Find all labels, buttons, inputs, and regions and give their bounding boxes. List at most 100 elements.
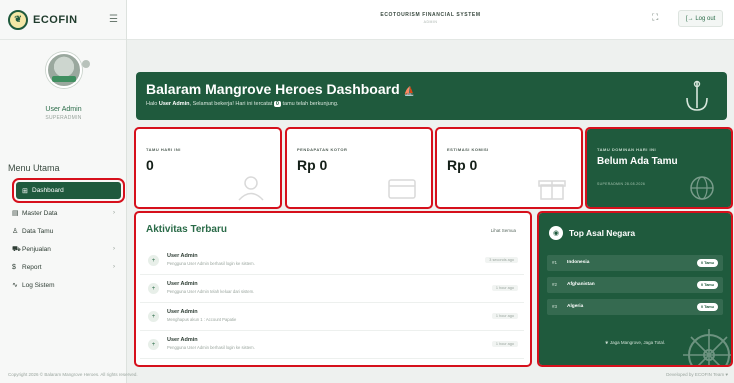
database-icon: ▤	[12, 210, 19, 217]
activity-time: 1 hour ago	[491, 285, 518, 291]
stat-label: PENDAPATAN KOTOR	[297, 147, 348, 152]
sidebar-item-data-tamu[interactable]: ♙ Data Tamu	[0, 222, 127, 240]
guest-count-badge: 0	[273, 101, 281, 107]
sidebar-item-penjualan[interactable]: ⛟ Penjualan ›	[0, 240, 127, 258]
status-dot	[82, 60, 90, 68]
stat-card-tamu: TAMU HARI INI 0	[134, 127, 282, 209]
globe-icon	[690, 176, 714, 200]
gift-icon	[538, 180, 566, 200]
sidebar-nav: ⊞ Dashboard ▤ Master Data › ♙ Data Tamu …	[0, 178, 127, 294]
activity-panel: Aktivitas Terbaru Lihat Semua + User Adm…	[134, 211, 532, 367]
stat-value: 0	[146, 157, 154, 173]
sidebar-item-master-data[interactable]: ▤ Master Data ›	[0, 204, 127, 222]
cart-icon: ⛟	[12, 245, 21, 253]
brand: ❦ ECOFIN ☰	[0, 0, 126, 40]
activity-item: + User Admin Pengguna User Admin telah k…	[140, 275, 524, 303]
see-all-link[interactable]: Lihat Semua	[491, 228, 516, 233]
activity-desc: Menghapus akun 1 : Account Papatie	[167, 317, 237, 322]
wallet-icon	[388, 179, 416, 199]
dollar-icon: $	[12, 263, 16, 271]
plus-icon: +	[148, 311, 159, 322]
profile-name: User Admin	[45, 106, 82, 113]
sidebar-item-report[interactable]: $ Report ›	[0, 258, 127, 276]
activity-item: + User Admin Pengguna User Admin berhasi…	[140, 331, 524, 359]
system-title: ECOTOURISM FINANCIAL SYSTEM	[380, 12, 481, 18]
country-count-badge: 0 Tamu	[696, 303, 718, 311]
users-icon: ♙	[12, 228, 19, 235]
chevron-right-icon: ›	[113, 210, 115, 216]
activity-title: Aktivitas Terbaru	[146, 224, 227, 235]
activity-time: 1 hour ago	[491, 313, 518, 319]
stat-label: TAMU DOMINAN HARI INI	[597, 147, 657, 152]
sidebar-item-label: Log Sistem	[22, 281, 55, 289]
sidebar-item-label: Penjualan	[22, 245, 51, 253]
stat-value: Belum Ada Tamu	[597, 156, 678, 167]
topbar: ECOTOURISM FINANCIAL SYSTEM ADMIN ⛶ [→ L…	[127, 0, 734, 40]
country-name: Algeria	[567, 304, 584, 309]
activity-desc: Pengguna User Admin telah keluar dari si…	[167, 289, 255, 294]
sidebar-item-label: Master Data	[22, 209, 58, 217]
stat-label: ESTIMASI KOMISI	[447, 147, 489, 152]
boat-icon: ⛵	[403, 86, 415, 96]
country-row: #1 Indonesia 0 Tamu	[547, 255, 723, 271]
stat-label: TAMU HARI INI	[146, 147, 181, 152]
logout-button[interactable]: [→ Log out	[678, 10, 724, 27]
sidebar-item-dashboard[interactable]: ⊞ Dashboard	[12, 178, 125, 203]
countries-list: #1 Indonesia 0 Tamu #2 Afghanistan 0 Tam…	[547, 255, 723, 321]
fullscreen-icon[interactable]: ⛶	[652, 12, 658, 23]
stat-meta: SUPERADMIN 28.08.2026	[597, 182, 646, 186]
activity-time: 1 hour ago	[491, 341, 518, 347]
pulse-icon: ∿	[12, 282, 18, 289]
activity-user: User Admin	[167, 337, 198, 343]
country-count-badge: 0 Tamu	[696, 281, 718, 289]
globe-icon: ◉	[549, 226, 563, 240]
country-rank: #1	[552, 260, 558, 265]
hero-user: User Admin	[158, 101, 190, 107]
chevron-right-icon: ›	[113, 246, 115, 252]
plus-icon: +	[148, 339, 159, 350]
stat-card-komisi: ESTIMASI KOMISI Rp 0	[435, 127, 583, 209]
activity-item: + User Admin Menghapus akun 1 : Account …	[140, 303, 524, 331]
profile-role: SUPERADMIN	[45, 115, 82, 121]
activity-desc: Pengguna User Admin berhasil login ke si…	[167, 261, 255, 266]
stat-value: Rp 0	[297, 157, 328, 173]
country-name: Afghanistan	[567, 282, 595, 287]
sidebar: ❦ ECOFIN ☰ User Admin SUPERADMIN Menu Ut…	[0, 0, 127, 383]
hamburger-menu-icon[interactable]: ☰	[109, 14, 118, 25]
activity-desc: Pengguna User Admin berhasil login ke si…	[167, 345, 255, 350]
activity-time: 3 seconds ago	[485, 257, 518, 263]
country-rank: #2	[552, 282, 558, 287]
countries-title: Top Asal Negara	[569, 228, 636, 238]
country-count-badge: 0 Tamu	[696, 259, 718, 267]
hero-banner: Balaram Mangrove Heroes Dashboard ⛵ Halo …	[136, 72, 727, 120]
sidebar-item-log-sistem[interactable]: ∿ Log Sistem	[0, 276, 127, 294]
activity-user: User Admin	[167, 281, 198, 287]
footer-developer: Developed by ECOFIN Team ♥	[666, 372, 728, 377]
activity-list: + User Admin Pengguna User Admin berhasi…	[140, 247, 524, 359]
anchor-icon	[686, 80, 708, 111]
country-rank: #3	[552, 304, 558, 309]
country-row: #2 Afghanistan 0 Tamu	[547, 277, 723, 293]
activity-user: User Admin	[167, 253, 198, 259]
plus-icon: +	[148, 255, 159, 266]
plus-icon: +	[148, 283, 159, 294]
footer-copyright: Copyright 2026 © Balaram Mangrove Heroes…	[8, 372, 138, 377]
hero-greeting: Halo User Admin, Selamat bekerja! Hari i…	[146, 101, 339, 107]
brand-name: ECOFIN	[33, 13, 78, 26]
activity-item: + User Admin Pengguna User Admin berhasi…	[140, 247, 524, 275]
stat-card-pendapatan: PENDAPATAN KOTOR Rp 0	[285, 127, 433, 209]
activity-user: User Admin	[167, 309, 198, 315]
stat-value: Rp 0	[447, 157, 478, 173]
sidebar-item-label: Data Tamu	[22, 227, 54, 235]
stat-card-tamu-dominan: TAMU DOMINAN HARI INI Belum Ada Tamu SUP…	[585, 127, 733, 209]
dashboard-title: Balaram Mangrove Heroes Dashboard ⛵	[146, 81, 415, 97]
user-icon	[238, 176, 264, 201]
avatar	[45, 52, 82, 88]
sidebar-item-label: Report	[22, 263, 42, 271]
countries-header: ◉ Top Asal Negara	[549, 226, 635, 240]
ship-wheel-icon	[683, 329, 731, 365]
top-countries-panel: ◉ Top Asal Negara #1 Indonesia 0 Tamu #2…	[537, 211, 733, 367]
country-row: #3 Algeria 0 Tamu	[547, 299, 723, 315]
system-subtitle: ADMIN	[423, 20, 438, 24]
leaf-logo-icon: ❦	[8, 9, 28, 30]
